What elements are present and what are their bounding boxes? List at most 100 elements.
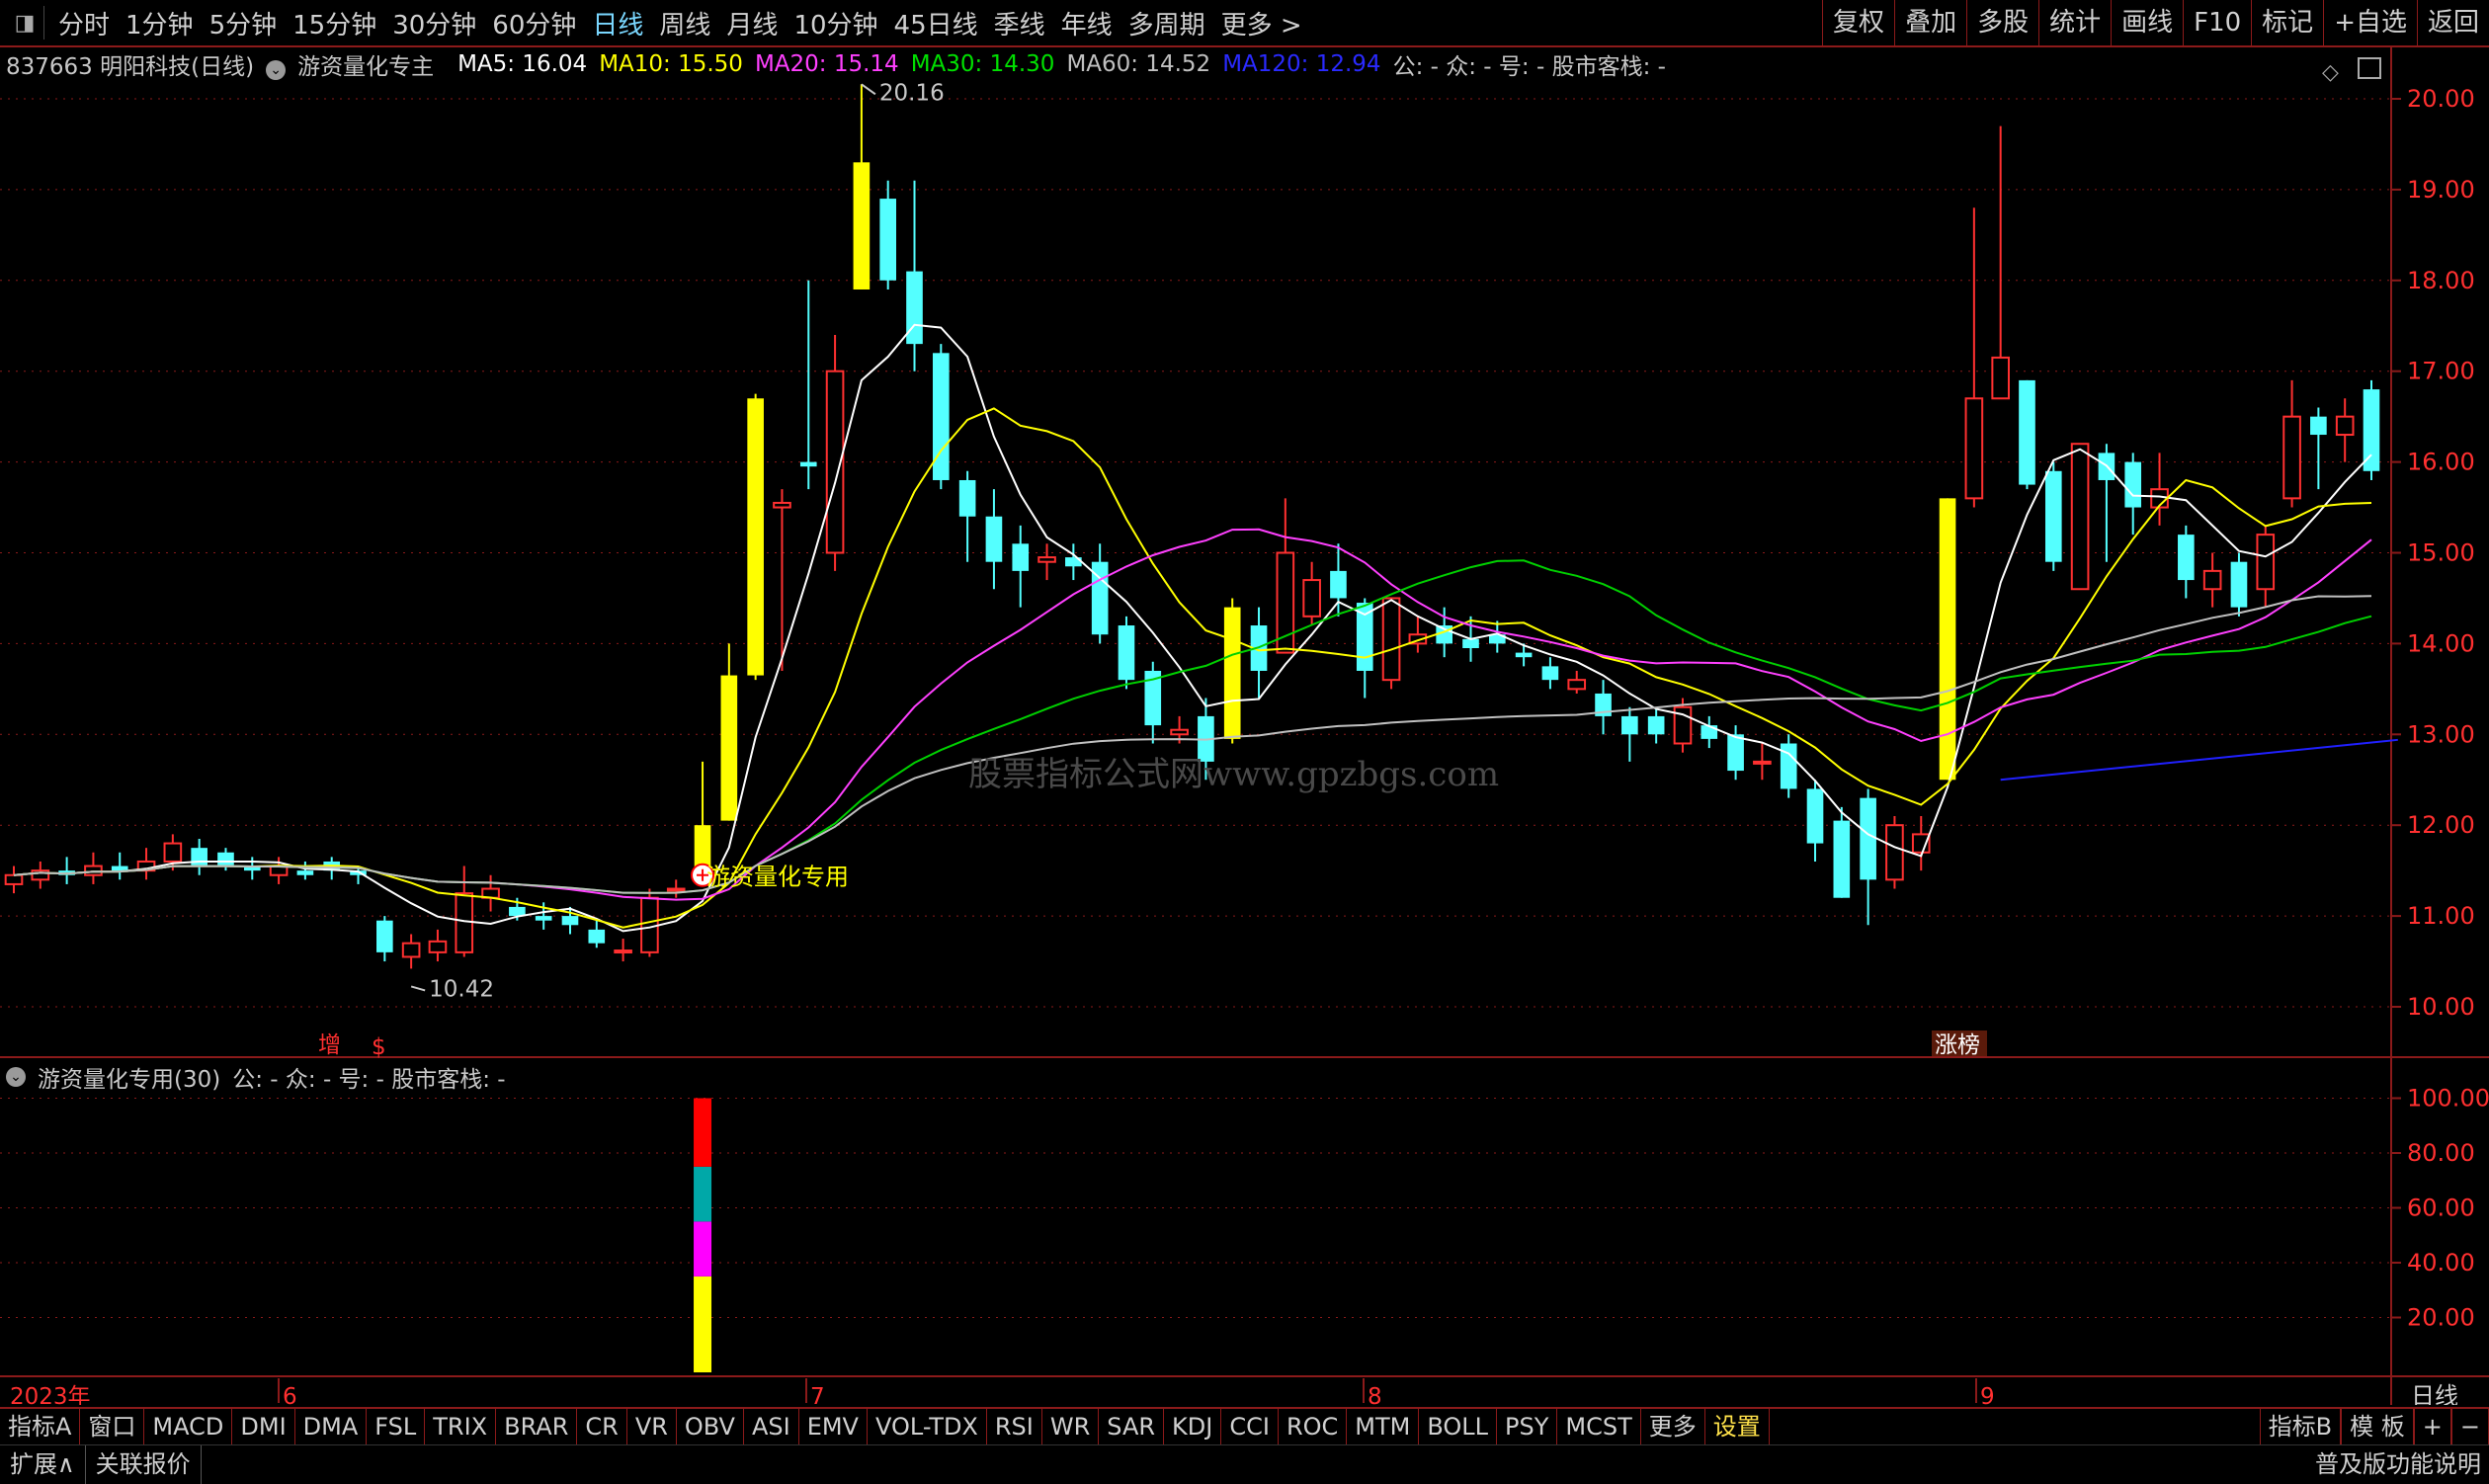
candle-body[interactable] bbox=[84, 865, 103, 876]
toolbar-button-1[interactable]: 叠加 bbox=[1894, 0, 1966, 45]
candle-body[interactable] bbox=[1727, 734, 1744, 772]
candle-body[interactable] bbox=[191, 848, 207, 866]
candle-body[interactable] bbox=[1833, 820, 1851, 898]
kline-chart[interactable]: 10.00 11.00 12.00 13.00 14.00 15.00 16.00 17.00… bbox=[0, 47, 2489, 1405]
candle-body[interactable] bbox=[958, 479, 976, 517]
indicator-tab-0[interactable]: 指标A bbox=[0, 1409, 81, 1444]
candle-body[interactable] bbox=[1860, 797, 1876, 880]
toolbar-button-8[interactable]: 返回 bbox=[2416, 0, 2489, 45]
candle-body[interactable] bbox=[163, 842, 183, 863]
candle-body[interactable] bbox=[747, 398, 764, 676]
candle-body[interactable] bbox=[1753, 760, 1772, 765]
period-tab-3[interactable]: 15分钟 bbox=[285, 5, 384, 41]
toolbar-button-3[interactable]: 统计 bbox=[2038, 0, 2111, 45]
toolbar-button-0[interactable]: 复权 bbox=[1822, 0, 1894, 45]
candle-body[interactable] bbox=[2070, 443, 2090, 591]
candle-body[interactable] bbox=[1381, 597, 1401, 682]
indicator-tab-5[interactable]: FSL bbox=[367, 1409, 426, 1444]
indicator-tab-9[interactable]: VR bbox=[627, 1409, 677, 1444]
indicator-tab-16[interactable]: SAR bbox=[1099, 1409, 1165, 1444]
period-tab-7[interactable]: 周线 bbox=[651, 5, 718, 41]
bottom-button-0[interactable]: 指标B bbox=[2259, 1409, 2342, 1444]
indicator-tab-19[interactable]: ROC bbox=[1279, 1409, 1348, 1444]
sub-indicator-title[interactable]: 游资量化专用(30) bbox=[38, 1060, 220, 1094]
period-tab-2[interactable]: 5分钟 bbox=[202, 5, 286, 41]
window-icon[interactable]: ◨ bbox=[6, 6, 44, 40]
candle-body[interactable] bbox=[1991, 356, 2010, 400]
indicator-tab-13[interactable]: VOL-TDX bbox=[868, 1409, 987, 1444]
period-tab-11[interactable]: 季线 bbox=[986, 5, 1053, 41]
period-tab-13[interactable]: 多周期 bbox=[1120, 5, 1213, 41]
chevron-down-icon[interactable]: ⌄ bbox=[266, 60, 287, 80]
period-tab-6[interactable]: 日线 bbox=[584, 5, 651, 41]
panel-toggle-icon[interactable] bbox=[2358, 57, 2381, 79]
candle-body[interactable] bbox=[2310, 416, 2327, 436]
period-tab-14[interactable]: 更多 > bbox=[1213, 5, 1310, 41]
toolbar-button-4[interactable]: 画线 bbox=[2111, 0, 2183, 45]
candle-body[interactable] bbox=[666, 887, 686, 892]
indicator-tab-7[interactable]: BRAR bbox=[496, 1409, 578, 1444]
candle-body[interactable] bbox=[535, 916, 552, 921]
indicator-tab-24[interactable]: 更多 bbox=[1641, 1409, 1705, 1444]
candle-body[interactable] bbox=[853, 162, 871, 289]
indicator-tab-23[interactable]: MCST bbox=[1557, 1409, 1641, 1444]
candle-body[interactable] bbox=[1330, 570, 1347, 599]
candle-body[interactable] bbox=[2178, 535, 2195, 581]
candle-body[interactable] bbox=[720, 675, 738, 821]
candle-body[interactable] bbox=[1170, 728, 1189, 736]
candle-body[interactable] bbox=[2202, 569, 2222, 591]
indicator-tab-15[interactable]: WR bbox=[1042, 1409, 1100, 1444]
candle-body[interactable] bbox=[376, 920, 393, 952]
candle-body[interactable] bbox=[799, 461, 817, 467]
candle-body[interactable] bbox=[1621, 715, 1638, 735]
candle-body[interactable] bbox=[1939, 498, 1956, 781]
candle-body[interactable] bbox=[985, 516, 1003, 562]
indicator-tab-10[interactable]: OBV bbox=[677, 1409, 744, 1444]
expand-button[interactable]: 扩展∧ bbox=[0, 1445, 86, 1484]
indicator-tab-4[interactable]: DMA bbox=[295, 1409, 368, 1444]
candle-body[interactable] bbox=[1302, 579, 1321, 618]
candle-body[interactable] bbox=[1515, 652, 1533, 658]
candle-body[interactable] bbox=[2044, 470, 2062, 562]
candle-body[interactable] bbox=[217, 852, 234, 866]
indicator-tab-2[interactable]: MACD bbox=[144, 1409, 233, 1444]
candle-body[interactable] bbox=[2230, 561, 2248, 608]
chevron-down-icon[interactable]: ⌄ bbox=[6, 1067, 26, 1087]
indicator-tab-1[interactable]: 窗口 bbox=[80, 1409, 145, 1444]
toolbar-button-2[interactable]: 多股 bbox=[1966, 0, 2038, 45]
indicator-tab-21[interactable]: BOLL bbox=[1419, 1409, 1498, 1444]
candle-body[interactable] bbox=[455, 892, 474, 953]
indicator-tab-18[interactable]: CCI bbox=[1221, 1409, 1279, 1444]
candle-body[interactable] bbox=[2019, 379, 2035, 485]
indicator-tab-25[interactable]: 设置 bbox=[1705, 1409, 1770, 1444]
bottom-button-3[interactable]: − bbox=[2450, 1409, 2489, 1444]
period-tab-0[interactable]: 分时 bbox=[50, 5, 118, 41]
period-tab-9[interactable]: 10分钟 bbox=[786, 5, 885, 41]
candle-body[interactable] bbox=[614, 949, 632, 954]
indicator-tab-6[interactable]: TRIX bbox=[425, 1409, 497, 1444]
period-tab-4[interactable]: 30分钟 bbox=[384, 5, 484, 41]
candle-body[interactable] bbox=[2335, 415, 2355, 437]
candle-body[interactable] bbox=[773, 501, 791, 509]
period-tab-12[interactable]: 年线 bbox=[1053, 5, 1120, 41]
candle-body[interactable] bbox=[1567, 679, 1587, 691]
candle-body[interactable] bbox=[1541, 666, 1559, 681]
candle-body[interactable] bbox=[2256, 534, 2276, 591]
candle-body[interactable] bbox=[1012, 543, 1030, 571]
candle-body[interactable] bbox=[111, 866, 128, 871]
bottom-button-2[interactable]: + bbox=[2413, 1409, 2451, 1444]
candle-body[interactable] bbox=[1806, 788, 1824, 844]
candle-body[interactable] bbox=[401, 942, 421, 958]
indicator-name[interactable]: ⌄ 游资量化专主 bbox=[266, 47, 446, 81]
candle-body[interactable] bbox=[2282, 415, 2301, 500]
candle-body[interactable] bbox=[296, 870, 314, 875]
stock-name[interactable]: 837663 明阳科技(日线) bbox=[6, 47, 254, 81]
indicator-tab-8[interactable]: CR bbox=[577, 1409, 627, 1444]
candle-body[interactable] bbox=[1964, 397, 1984, 500]
bottom-button-1[interactable]: 模 板 bbox=[2341, 1409, 2414, 1444]
indicator-tab-14[interactable]: RSI bbox=[987, 1409, 1042, 1444]
indicator-tab-3[interactable]: DMI bbox=[232, 1409, 295, 1444]
candle-body[interactable] bbox=[1647, 715, 1665, 735]
candle-body[interactable] bbox=[879, 199, 897, 281]
candle-body[interactable] bbox=[2124, 461, 2142, 508]
